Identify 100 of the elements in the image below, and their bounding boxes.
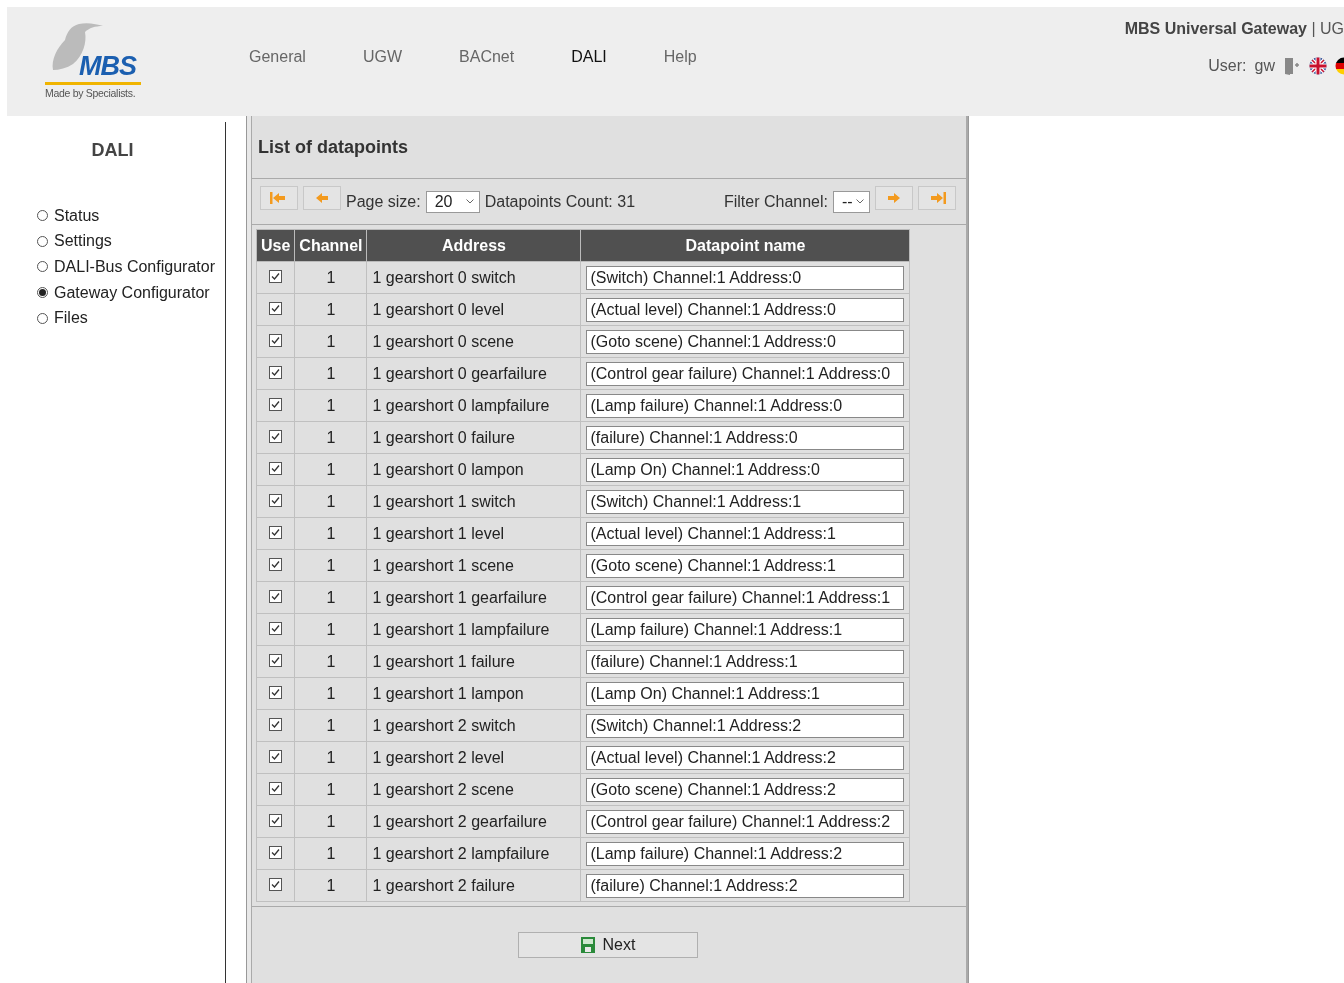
input-field[interactable]: (Switch) Channel:1 Address:1 xyxy=(586,489,905,514)
input-field[interactable]: (failure) Channel:1 Address:1 xyxy=(586,649,905,674)
input-field[interactable]: (Actual level) Channel:1 Address:2 xyxy=(586,745,905,770)
checkbox[interactable] xyxy=(269,269,283,283)
table-cell: 1 gearshort 0 gearfailure xyxy=(367,357,581,390)
checkbox[interactable] xyxy=(269,749,283,763)
table-cell: 1 xyxy=(294,677,367,710)
page-size-select[interactable]: 20 xyxy=(425,190,480,213)
nav-tab[interactable]: DALI xyxy=(571,47,607,66)
checkbox[interactable] xyxy=(269,653,283,667)
german-flag-icon[interactable] xyxy=(1335,57,1344,75)
table-cell: 1 gearshort 2 level xyxy=(367,741,581,774)
dropdown-caret-icon xyxy=(465,199,474,204)
input-field[interactable]: (Lamp failure) Channel:1 Address:1 xyxy=(586,617,905,642)
table-cell: 1 gearshort 2 switch xyxy=(367,709,581,742)
table-cell: 1 gearshort 0 failure xyxy=(367,421,581,454)
input-field[interactable]: (Goto scene) Channel:1 Address:2 xyxy=(586,777,905,802)
checkbox[interactable] xyxy=(269,429,283,443)
checkbox[interactable] xyxy=(269,717,283,731)
table-cell: 1 xyxy=(294,389,367,422)
checkbox[interactable] xyxy=(269,589,283,603)
table-cell: 1 xyxy=(294,421,367,454)
sidebar-radio-item[interactable]: Gateway Configurator xyxy=(37,279,225,306)
table-cell: 1 gearshort 1 switch xyxy=(367,485,581,518)
sidebar-radio-item[interactable]: DALI-Bus Configurator xyxy=(37,254,225,280)
input-field[interactable]: (failure) Channel:1 Address:2 xyxy=(586,873,905,898)
input-field[interactable]: (Goto scene) Channel:1 Address:1 xyxy=(586,553,905,578)
checkbox[interactable] xyxy=(269,845,283,859)
radio-icon[interactable] xyxy=(37,235,48,247)
column-header: Datapoint name xyxy=(581,229,910,262)
radio-icon[interactable] xyxy=(37,210,48,222)
checkbox[interactable] xyxy=(269,365,283,379)
dropdown-caret-icon xyxy=(856,199,864,204)
checkbox[interactable] xyxy=(269,685,283,699)
checkbox[interactable] xyxy=(269,333,283,347)
input-field[interactable]: (Lamp failure) Channel:1 Address:2 xyxy=(586,841,905,866)
sidebar-radio-item[interactable]: Status xyxy=(37,203,225,229)
datapoints-count: Datapoints Count: 31 xyxy=(484,192,636,211)
checkbox[interactable] xyxy=(269,877,283,891)
radio-icon[interactable] xyxy=(37,312,48,324)
table-cell: 1 gearshort 0 level xyxy=(367,293,581,326)
table-cell: 1 xyxy=(294,837,367,870)
table-cell: 1 gearshort 0 lampfailure xyxy=(367,389,581,422)
input-field[interactable]: (Control gear failure) Channel:1 Address:2 xyxy=(586,809,905,834)
checkbox[interactable] xyxy=(269,781,283,795)
checkbox[interactable] xyxy=(269,301,283,315)
logo-text: MBS xyxy=(79,53,136,80)
input-field[interactable]: (Control gear failure) Channel:1 Address:0 xyxy=(586,361,905,386)
checkbox[interactable] xyxy=(269,557,283,571)
sidebar-radio-item[interactable]: Files xyxy=(37,305,225,331)
table-cell: 1 gearshort 1 lampfailure xyxy=(367,613,581,646)
checkbox[interactable] xyxy=(269,461,283,475)
page-size-label: Page size: xyxy=(346,192,421,211)
input-field[interactable]: (Lamp failure) Channel:1 Address:0 xyxy=(586,393,905,418)
table-cell: 1 xyxy=(294,453,367,486)
table-cell: 1 xyxy=(294,709,367,742)
table-cell: 1 xyxy=(294,357,367,390)
logout-icon[interactable] xyxy=(1283,57,1301,75)
column-header: Address xyxy=(367,229,581,262)
table-cell: 1 xyxy=(294,549,367,582)
table-cell: 1 gearshort 0 lampon xyxy=(367,453,581,486)
nav-tab[interactable]: BACnet xyxy=(459,47,515,66)
table-cell: 1 gearshort 1 lampon xyxy=(367,677,581,710)
table-cell: 1 gearshort 2 failure xyxy=(367,869,581,902)
logo-tagline: Made by Specialists. xyxy=(45,87,136,99)
checkbox[interactable] xyxy=(269,813,283,827)
table-cell: 1 gearshort 2 lampfailure xyxy=(367,837,581,870)
input-field[interactable]: (Lamp On) Channel:1 Address:0 xyxy=(586,457,905,482)
table-cell: 1 xyxy=(294,261,367,294)
input-field[interactable]: (failure) Channel:1 Address:0 xyxy=(586,425,905,450)
table-cell: 1 gearshort 1 failure xyxy=(367,645,581,678)
input-field[interactable]: (Control gear failure) Channel:1 Address:1 xyxy=(586,585,905,610)
product-title: MBS Universal Gateway | UG xyxy=(1124,20,1344,38)
filter-channel-select[interactable]: -- xyxy=(833,190,870,213)
radio-icon[interactable] xyxy=(37,287,48,299)
input-field[interactable]: (Actual level) Channel:1 Address:0 xyxy=(586,297,905,322)
table-cell: 1 gearshort 2 gearfailure xyxy=(367,805,581,838)
input-field[interactable]: (Switch) Channel:1 Address:2 xyxy=(586,713,905,738)
input-field[interactable]: (Switch) Channel:1 Address:0 xyxy=(586,265,905,290)
next-button[interactable]: Next xyxy=(518,932,698,958)
sidebar-radio-item[interactable]: Settings xyxy=(37,228,225,255)
checkbox[interactable] xyxy=(269,397,283,411)
checkbox[interactable] xyxy=(269,621,283,635)
first-page-icon xyxy=(270,191,288,205)
checkbox[interactable] xyxy=(269,525,283,539)
user-name: gw xyxy=(1254,57,1275,75)
radio-icon[interactable] xyxy=(37,261,48,273)
uk-flag-icon[interactable] xyxy=(1309,57,1327,75)
input-field[interactable]: (Lamp On) Channel:1 Address:1 xyxy=(586,681,905,706)
nav-tab[interactable]: General xyxy=(249,47,306,66)
checkbox[interactable] xyxy=(269,493,283,507)
input-field[interactable]: (Goto scene) Channel:1 Address:0 xyxy=(586,329,905,354)
filter-channel-label: Filter Channel: xyxy=(723,192,828,211)
panel-title: List of datapoints xyxy=(258,136,408,158)
nav-tab[interactable]: Help xyxy=(663,47,697,66)
table-cell: 1 xyxy=(294,581,367,614)
nav-tab[interactable]: UGW xyxy=(362,47,403,66)
table-cell: 1 xyxy=(294,613,367,646)
table-cell: 1 xyxy=(294,485,367,518)
input-field[interactable]: (Actual level) Channel:1 Address:1 xyxy=(586,521,905,546)
